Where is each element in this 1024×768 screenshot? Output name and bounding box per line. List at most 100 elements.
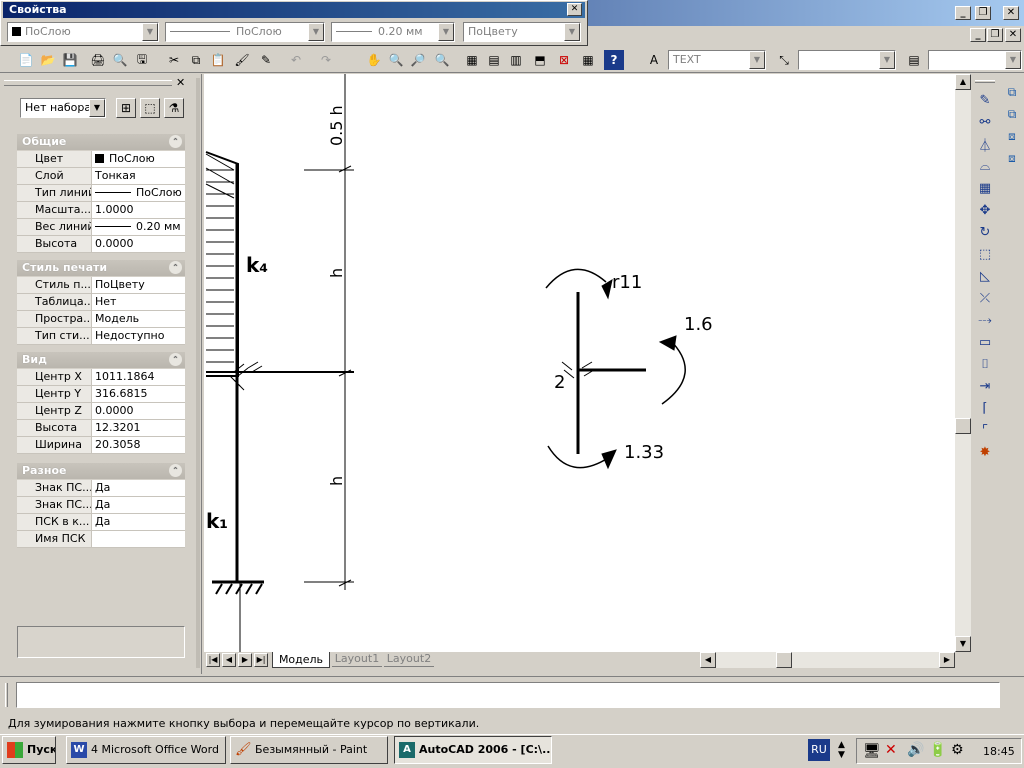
property-row[interactable]: Цвет ПоСлою bbox=[17, 151, 185, 168]
tab-layout2[interactable]: Layout2 bbox=[384, 652, 434, 667]
property-value[interactable] bbox=[91, 531, 185, 547]
tab-last-button[interactable]: ▶| bbox=[254, 653, 268, 667]
property-value[interactable]: ПоЦвету bbox=[91, 277, 185, 293]
property-value[interactable]: 0.20 мм bbox=[91, 219, 185, 235]
horizontal-scrollbar[interactable]: ◀ ▶ bbox=[700, 652, 955, 668]
rotate-icon[interactable]: ↻ bbox=[975, 222, 995, 242]
preview-icon[interactable]: 🔍 bbox=[110, 50, 130, 70]
property-value[interactable]: 0.0000 bbox=[91, 236, 185, 252]
language-chevron-icon[interactable]: ▲ ▼ bbox=[838, 740, 845, 760]
stretch-icon[interactable]: ◺ bbox=[975, 266, 995, 286]
properties-icon[interactable]: ▦ bbox=[462, 50, 482, 70]
bring-above-icon[interactable]: ⧈ bbox=[1002, 126, 1022, 146]
tray-app-icon[interactable]: ⚙ bbox=[951, 742, 964, 758]
collapse-chevron-icon[interactable]: ⌃ bbox=[169, 464, 182, 477]
property-value[interactable]: ПоСлою bbox=[91, 151, 185, 167]
property-row[interactable]: Масшта... 1.0000 bbox=[17, 202, 185, 219]
linetype-combo[interactable]: ПоСлою ▼ bbox=[165, 22, 325, 42]
extra-combo[interactable]: ▼ bbox=[928, 50, 1022, 70]
copy-icon[interactable]: ⧉ bbox=[186, 50, 206, 70]
scale-icon[interactable]: ⬚ bbox=[975, 244, 995, 264]
lineweight-combo[interactable]: 0.20 мм ▼ bbox=[331, 22, 455, 42]
property-row[interactable]: Центр Y 316.6815 bbox=[17, 386, 185, 403]
language-indicator[interactable]: RU bbox=[808, 739, 830, 761]
hscroll-thumb[interactable] bbox=[776, 652, 792, 668]
plotstyle-combo[interactable]: ПоЦвету ▼ bbox=[463, 22, 581, 42]
tab-layout1[interactable]: Layout1 bbox=[332, 652, 382, 667]
fillet-icon[interactable]: ⌜ bbox=[975, 420, 995, 440]
property-row[interactable]: Вес линий 0.20 мм bbox=[17, 219, 185, 236]
match-properties-icon[interactable]: 🖌 bbox=[232, 50, 252, 70]
markup-icon[interactable]: ⊠ bbox=[554, 50, 574, 70]
property-value[interactable]: Да bbox=[91, 497, 185, 513]
print-icon[interactable]: 🖨 bbox=[88, 50, 108, 70]
volume-icon[interactable]: 🔊 bbox=[907, 742, 924, 758]
command-input[interactable] bbox=[16, 682, 1000, 708]
property-value[interactable]: 0.0000 bbox=[91, 403, 185, 419]
undo-icon[interactable]: ↶ bbox=[286, 50, 306, 70]
color-combo[interactable]: ПоСлою ▼ bbox=[7, 22, 159, 42]
section-header[interactable]: Общие ⌃ bbox=[17, 134, 185, 150]
text-style-icon[interactable]: A bbox=[644, 50, 664, 70]
property-row[interactable]: Тип линий ПоСлою bbox=[17, 185, 185, 202]
app-close-button[interactable]: ✕ bbox=[1003, 6, 1019, 20]
scroll-down-button[interactable]: ▼ bbox=[955, 636, 971, 652]
drawing-area[interactable]: 0.5 h h h k₄ k₁ 2 r11 1.6 1.33 bbox=[204, 74, 956, 652]
zoom-window-icon[interactable]: 🔎 bbox=[408, 50, 428, 70]
dim-style-icon[interactable]: ⤡ bbox=[774, 50, 794, 70]
property-value[interactable]: Тонкая bbox=[91, 168, 185, 184]
start-button[interactable]: Пуск bbox=[2, 736, 56, 764]
save-icon[interactable]: 💾 bbox=[60, 50, 80, 70]
explode-icon[interactable]: ✸ bbox=[975, 442, 995, 462]
tab-prev-button[interactable]: ◀ bbox=[222, 653, 236, 667]
property-value[interactable]: 1011.1864 bbox=[91, 369, 185, 385]
zoom-realtime-icon[interactable]: 🔍 bbox=[386, 50, 406, 70]
calculator-icon[interactable]: ▦ bbox=[578, 50, 598, 70]
property-row[interactable]: Высота 0.0000 bbox=[17, 236, 185, 253]
collapse-chevron-icon[interactable]: ⌃ bbox=[169, 261, 182, 274]
property-value[interactable]: Нет bbox=[91, 294, 185, 310]
extend-icon[interactable]: ⤏ bbox=[975, 310, 995, 330]
battery-icon[interactable]: 🔋 bbox=[929, 742, 946, 758]
property-row[interactable]: Знак ПС... Да bbox=[17, 480, 185, 497]
task-autocad[interactable]: A AutoCAD 2006 - [C:\... bbox=[394, 736, 552, 764]
chamfer-icon[interactable]: ⌈ bbox=[975, 398, 995, 418]
property-value[interactable]: Недоступно bbox=[91, 328, 185, 344]
property-value[interactable]: Да bbox=[91, 514, 185, 530]
trim-icon[interactable]: ⤫ bbox=[975, 288, 995, 308]
vertical-scrollbar[interactable]: ▲ ▼ bbox=[955, 74, 971, 652]
property-value[interactable]: 316.6815 bbox=[91, 386, 185, 402]
tool-palettes-icon[interactable]: ▥ bbox=[506, 50, 526, 70]
publish-icon[interactable]: 🖫 bbox=[132, 50, 152, 70]
doc-close-button[interactable]: ✕ bbox=[1005, 28, 1021, 42]
open-icon[interactable]: 📂 bbox=[38, 50, 58, 70]
section-header[interactable]: Вид ⌃ bbox=[17, 352, 185, 368]
section-header[interactable]: Разное ⌃ bbox=[17, 463, 185, 479]
join-icon[interactable]: ⇥ bbox=[975, 376, 995, 396]
property-row[interactable]: Имя ПСК bbox=[17, 531, 185, 548]
collapse-chevron-icon[interactable]: ⌃ bbox=[169, 353, 182, 366]
property-row[interactable]: Слой Тонкая bbox=[17, 168, 185, 185]
task-word[interactable]: W 4 Microsoft Office Word bbox=[66, 736, 226, 764]
new-icon[interactable]: 📄 bbox=[16, 50, 36, 70]
mirror-icon[interactable]: ⏃ bbox=[975, 134, 995, 154]
bring-to-front-icon[interactable]: ⧉ bbox=[1002, 82, 1022, 102]
properties-window-close-button[interactable]: ✕ bbox=[567, 3, 582, 16]
break-at-point-icon[interactable]: ▭ bbox=[975, 332, 995, 352]
block-editor-icon[interactable]: ✎ bbox=[256, 50, 276, 70]
property-value[interactable]: Да bbox=[91, 480, 185, 496]
tab-model[interactable]: Модель bbox=[272, 652, 330, 668]
property-row[interactable]: Простра... Модель bbox=[17, 311, 185, 328]
send-under-icon[interactable]: ⧈ bbox=[1002, 148, 1022, 168]
design-center-icon[interactable]: ▤ bbox=[484, 50, 504, 70]
scroll-up-button[interactable]: ▲ bbox=[955, 74, 971, 90]
scroll-thumb[interactable] bbox=[955, 418, 971, 434]
break-icon[interactable]: ⌷ bbox=[975, 354, 995, 374]
erase-icon[interactable]: ✎ bbox=[975, 90, 995, 110]
doc-minimize-button[interactable]: _ bbox=[970, 28, 986, 42]
tab-first-button[interactable]: |◀ bbox=[206, 653, 220, 667]
scroll-left-button[interactable]: ◀ bbox=[700, 652, 716, 668]
tab-next-button[interactable]: ▶ bbox=[238, 653, 252, 667]
pan-icon[interactable]: ✋ bbox=[364, 50, 384, 70]
property-row[interactable]: Высота 12.3201 bbox=[17, 420, 185, 437]
